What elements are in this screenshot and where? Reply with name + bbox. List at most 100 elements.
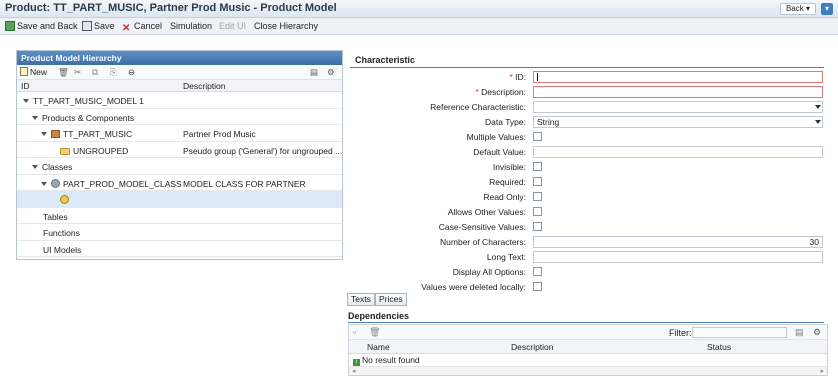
hierarchy-column-header: ID Description xyxy=(17,80,342,92)
column-description[interactable]: Description xyxy=(511,342,554,352)
back-button[interactable]: Back ▾ xyxy=(779,3,816,15)
multiple-values-label: Multiple Values: xyxy=(466,132,526,142)
description-input[interactable] xyxy=(533,86,823,98)
number-of-characters-input[interactable]: 30 xyxy=(533,236,823,248)
case-sensitive-checkbox[interactable] xyxy=(533,222,542,231)
default-value-label: Default Value: xyxy=(473,147,526,157)
tree-label: Classes xyxy=(42,162,73,172)
cancel-button[interactable]: ✕ Cancel xyxy=(122,20,162,34)
long-text-label: Long Text: xyxy=(486,252,526,262)
settings-icon[interactable]: ⚙ xyxy=(327,67,335,78)
field-values-deleted: Values were deleted locally: xyxy=(350,281,828,294)
expand-arrow-icon[interactable] xyxy=(32,165,38,169)
id-input[interactable] xyxy=(533,71,823,83)
column-description[interactable]: Description xyxy=(183,81,226,91)
dropdown-arrow-icon[interactable] xyxy=(815,120,821,124)
tree-label: TT_PART_MUSIC_MODEL 1 xyxy=(33,96,144,106)
tree-description: Partner Prod Music xyxy=(183,129,256,139)
data-type-label: Data Type: xyxy=(485,117,526,127)
read-only-label: Read Only: xyxy=(483,192,526,202)
dependencies-toolbar: ▫ 🗑 Filter: ▤ ⚙ xyxy=(349,325,827,340)
required-checkbox[interactable] xyxy=(533,177,542,186)
display-all-options-checkbox[interactable] xyxy=(533,267,542,276)
export-icon[interactable]: ▤ xyxy=(795,327,804,338)
edit-ui-button[interactable]: Edit UI xyxy=(219,20,246,33)
field-display-all-options: Display All Options: xyxy=(350,266,828,279)
tree-row-functions[interactable]: Functions xyxy=(17,224,342,241)
field-default-value: Default Value: xyxy=(350,146,828,159)
tree-row-tt-part-music[interactable]: TT_PART_MUSIC Partner Prod Music xyxy=(17,125,342,142)
copy-icon[interactable]: ⧉ xyxy=(92,67,98,78)
dropdown-arrow-icon[interactable] xyxy=(815,105,821,109)
new-button[interactable]: New xyxy=(20,67,47,78)
case-sensitive-label: Case-Sensitive Values: xyxy=(438,222,526,232)
hierarchy-panel: Product Model Hierarchy New 🗑 ✂ ⧉ ⎘ ⊖ ▤ … xyxy=(16,50,343,260)
tree-row-classes[interactable]: Classes xyxy=(17,158,342,175)
field-data-type: Data Type: String xyxy=(350,116,828,129)
tree-row-ui-models[interactable]: UI Models xyxy=(17,241,342,257)
expand-arrow-icon[interactable] xyxy=(41,132,47,136)
tab-prices[interactable]: Prices xyxy=(375,293,407,306)
allows-other-values-checkbox[interactable] xyxy=(533,207,542,216)
data-type-value: String xyxy=(537,117,560,127)
horizontal-scrollbar[interactable]: ◂ ▸ xyxy=(349,366,827,375)
invisible-checkbox[interactable] xyxy=(533,162,542,171)
window-menu-icon[interactable]: ▾ xyxy=(821,3,833,15)
expand-arrow-icon[interactable] xyxy=(41,181,47,186)
scroll-right-icon[interactable]: ▸ xyxy=(820,367,824,375)
reference-label: Reference Characteristic: xyxy=(430,102,526,112)
column-id[interactable]: ID xyxy=(21,81,30,91)
field-number-of-characters: Number of Characters: 30 xyxy=(350,236,828,249)
title-bar: Product: TT_PART_MUSIC, Partner Prod Mus… xyxy=(0,0,838,18)
save-and-back-button[interactable]: Save and Back xyxy=(5,20,78,33)
cancel-icon: ✕ xyxy=(122,23,131,34)
section-divider xyxy=(350,67,824,68)
delete-icon[interactable]: 🗑 xyxy=(58,67,69,78)
expand-arrow-icon[interactable] xyxy=(32,115,38,120)
characteristic-icon xyxy=(60,195,69,204)
multiple-values-checkbox[interactable] xyxy=(533,132,542,141)
tree-label: UNGROUPED xyxy=(73,145,129,156)
tree-row-tables[interactable]: Tables xyxy=(17,208,342,224)
data-type-dropdown[interactable]: String xyxy=(533,116,823,128)
product-icon xyxy=(51,130,60,138)
allows-other-values-label: Allows Other Values: xyxy=(447,207,526,217)
expand-arrow-icon[interactable] xyxy=(23,99,29,103)
collapse-icon[interactable]: ⊖ xyxy=(128,67,135,78)
column-status[interactable]: Status xyxy=(707,342,731,352)
tree-description: Pseudo group ('General') for ungrouped .… xyxy=(183,145,343,156)
filter-input[interactable] xyxy=(692,327,787,338)
dependencies-title: Dependencies xyxy=(348,311,410,321)
paste-icon[interactable]: ⎘ xyxy=(110,67,117,78)
empty-text: No result found xyxy=(362,355,420,365)
close-hierarchy-button[interactable]: Close Hierarchy xyxy=(254,20,318,33)
tree-row-class[interactable]: PART_PROD_MODEL_CLASS MODEL CLASS FOR PA… xyxy=(17,175,342,191)
tree-row-ungrouped[interactable]: UNGROUPED Pseudo group ('General') for u… xyxy=(17,142,343,158)
save-and-back-icon xyxy=(5,21,15,31)
values-deleted-label: Values were deleted locally: xyxy=(421,282,526,292)
tree-row-new-characteristic[interactable] xyxy=(17,191,342,208)
settings-icon[interactable]: ⚙ xyxy=(813,327,821,338)
tree-row-products[interactable]: Products & Components xyxy=(17,109,342,125)
save-and-back-label: Save and Back xyxy=(17,21,78,31)
tab-texts[interactable]: Texts xyxy=(347,293,375,306)
values-deleted-checkbox[interactable] xyxy=(533,282,542,291)
export-icon[interactable]: ▤ xyxy=(310,67,318,78)
cut-icon[interactable]: ✂ xyxy=(74,67,81,78)
id-label: ID: xyxy=(515,72,526,82)
reference-dropdown[interactable] xyxy=(533,101,823,113)
number-of-characters-label: Number of Characters: xyxy=(440,237,526,247)
column-name[interactable]: Name xyxy=(367,342,390,352)
tree-row-model[interactable]: TT_PART_MUSIC_MODEL 1 xyxy=(17,92,342,109)
simulation-button[interactable]: Simulation xyxy=(170,20,212,33)
delete-dependency-icon[interactable]: 🗑 xyxy=(369,327,380,338)
scroll-left-icon[interactable]: ◂ xyxy=(352,367,356,375)
save-label: Save xyxy=(94,21,115,31)
read-only-checkbox[interactable] xyxy=(533,192,542,201)
default-value-input[interactable] xyxy=(533,146,823,158)
long-text-input[interactable] xyxy=(533,251,823,263)
field-read-only: Read Only: xyxy=(350,191,828,204)
new-dependency-icon[interactable]: ▫ xyxy=(353,327,356,337)
new-icon xyxy=(20,67,28,76)
save-button[interactable]: Save xyxy=(82,20,115,33)
